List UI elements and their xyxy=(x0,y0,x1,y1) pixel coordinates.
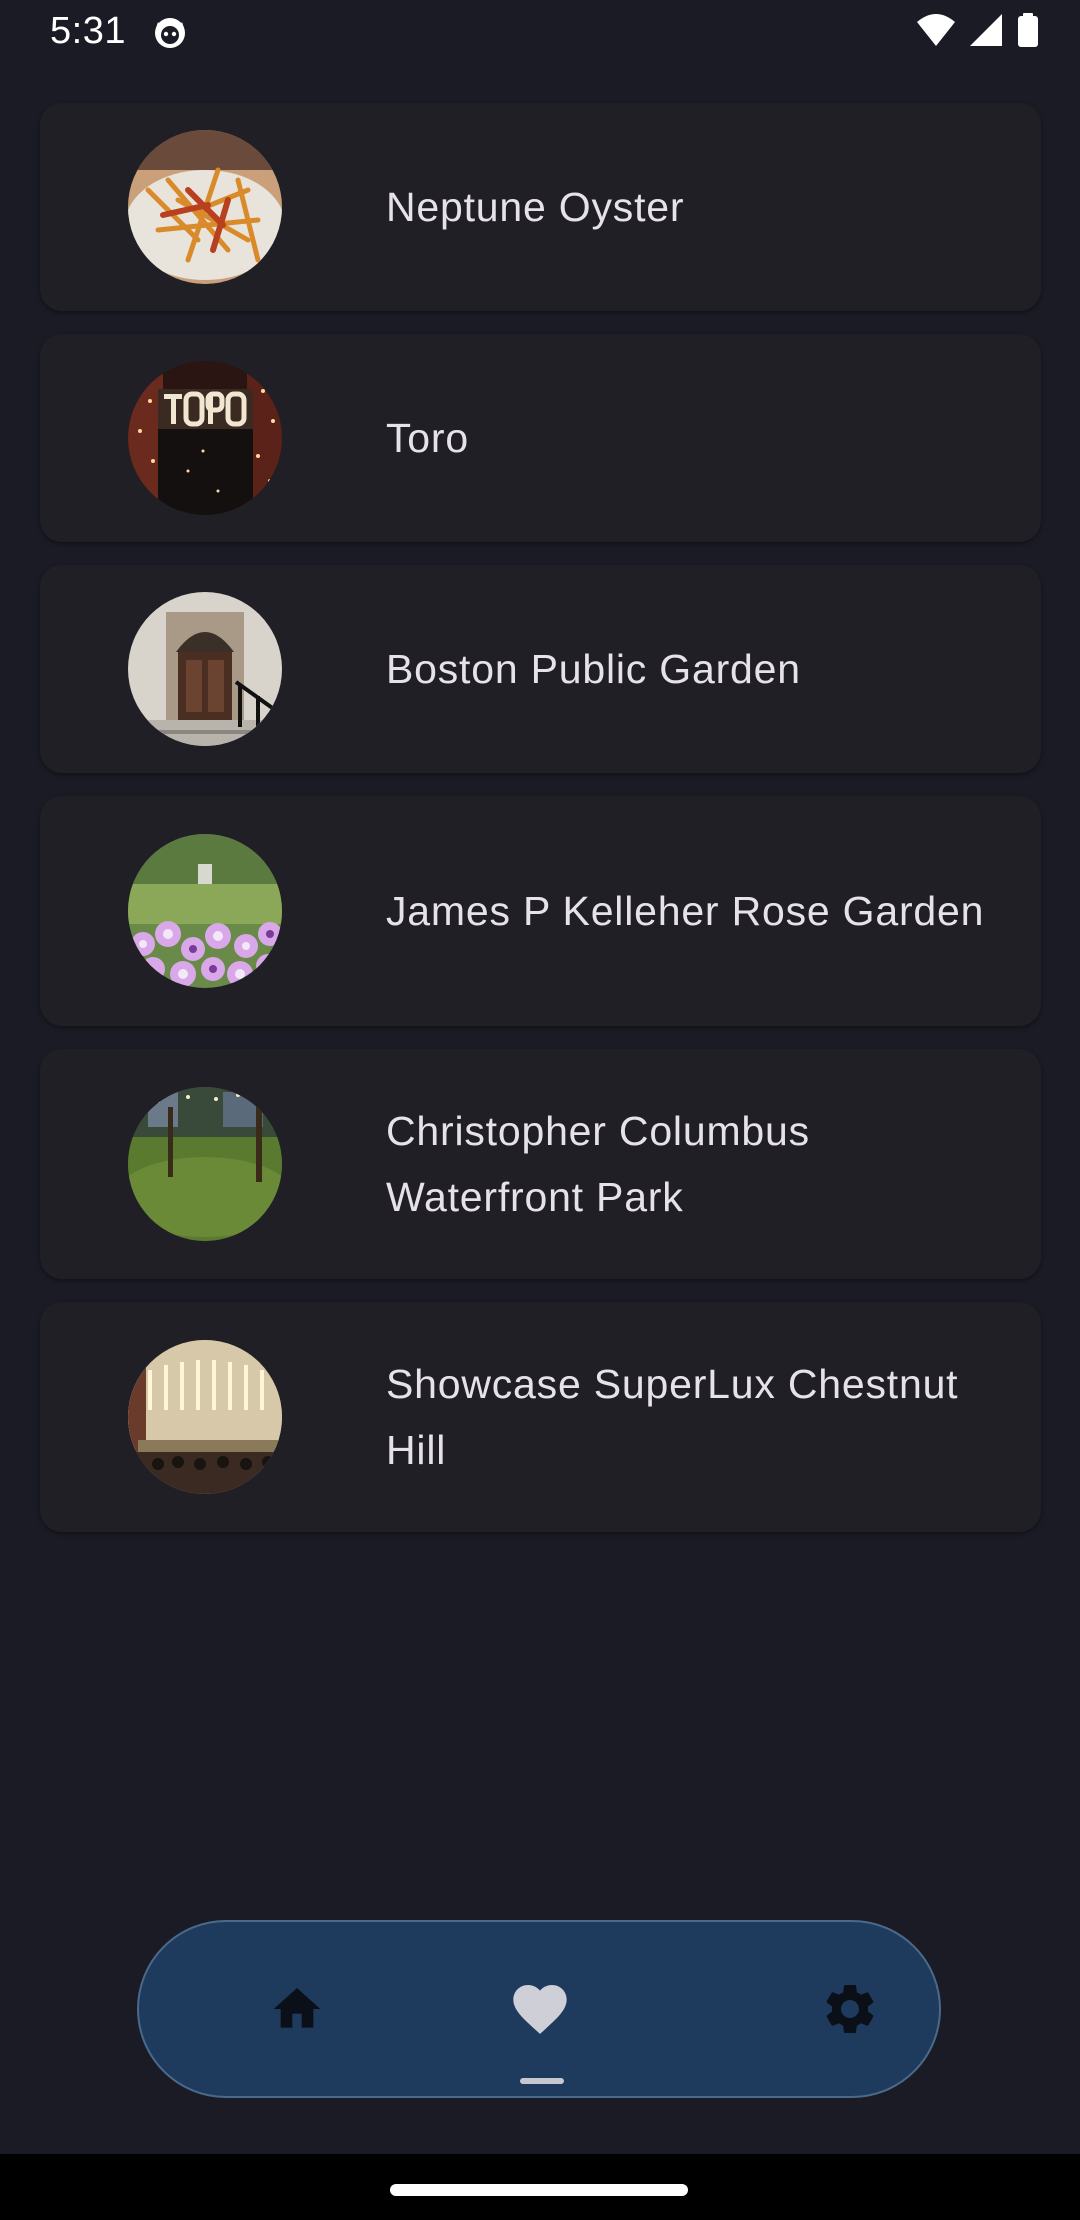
nav-favorites-button[interactable] xyxy=(470,1922,610,2096)
theater-hall-image xyxy=(128,1340,282,1494)
place-card-toro[interactable]: Toro xyxy=(40,334,1041,542)
signal-icon xyxy=(970,14,1002,46)
home-icon xyxy=(273,1988,321,2028)
place-card-showcase-superlux-chestnut-hill[interactable]: Showcase SuperLux Chestnut Hill xyxy=(40,1302,1041,1532)
heart-icon xyxy=(513,1985,567,2034)
doorway-image xyxy=(128,592,282,746)
place-card-christopher-columbus-waterfront-park[interactable]: Christopher Columbus Waterfront Park xyxy=(40,1049,1041,1279)
wifi-icon xyxy=(917,14,955,46)
selected-tab-indicator xyxy=(520,2078,564,2084)
place-name: Showcase SuperLux Chestnut Hill xyxy=(386,1361,959,1473)
status-time: 5:31 xyxy=(50,10,126,52)
place-name: Boston Public Garden xyxy=(386,646,801,692)
place-card-boston-public-garden[interactable]: Boston Public Garden xyxy=(40,565,1041,773)
place-name: Christopher Columbus Waterfront Park xyxy=(386,1108,810,1220)
fries-dish-image xyxy=(128,130,282,284)
place-card-neptune-oyster[interactable]: Neptune Oyster xyxy=(40,103,1041,311)
place-thumbnail xyxy=(128,130,282,284)
flowers-image xyxy=(128,834,282,988)
place-name: James P Kelleher Rose Garden xyxy=(386,888,985,934)
place-name: Neptune Oyster xyxy=(386,184,685,230)
battery-icon xyxy=(1018,13,1038,47)
nav-home-button[interactable] xyxy=(227,1922,367,2096)
nav-settings-button[interactable] xyxy=(780,1922,920,2096)
bottom-navigation-bar xyxy=(137,1920,941,2098)
toro-sign-image xyxy=(128,361,282,515)
place-thumbnail xyxy=(128,361,282,515)
status-bar: 5:31 xyxy=(0,0,1080,66)
place-thumbnail xyxy=(128,834,282,988)
place-thumbnail xyxy=(128,1087,282,1241)
place-card-james-p-kelleher-rose-garden[interactable]: James P Kelleher Rose Garden xyxy=(40,796,1041,1026)
place-thumbnail xyxy=(128,1340,282,1494)
system-navigation-bar xyxy=(0,2154,1080,2220)
home-gesture-handle[interactable] xyxy=(390,2184,688,2196)
park-lawn-image xyxy=(128,1087,282,1241)
place-thumbnail xyxy=(128,592,282,746)
gear-icon xyxy=(826,1985,874,2033)
places-list: Neptune Oyster Toro Boston Public Garden… xyxy=(40,103,1041,1555)
app-notification-icon xyxy=(155,18,185,48)
place-name: Toro xyxy=(386,415,469,461)
